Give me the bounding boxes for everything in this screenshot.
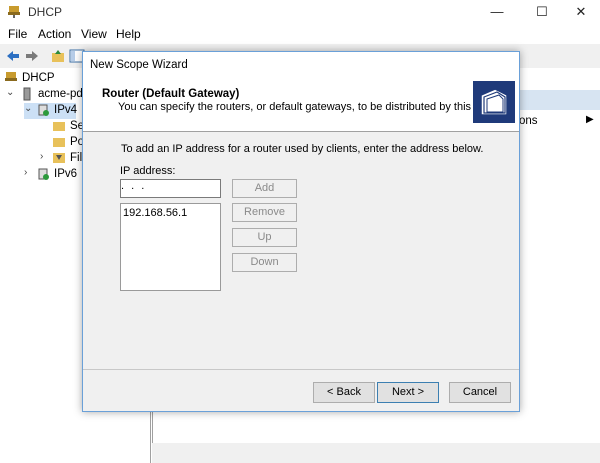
- menu-bar: File Action View Help: [0, 24, 600, 44]
- menu-file[interactable]: File: [8, 27, 27, 41]
- folder-icon: [53, 122, 65, 131]
- tree-label-dhcp: DHCP: [22, 72, 55, 84]
- status-area: [152, 443, 600, 463]
- footer-divider: [83, 369, 519, 370]
- wizard-title: New Scope Wizard: [90, 59, 188, 71]
- menu-help[interactable]: Help: [116, 27, 141, 41]
- minimize-button[interactable]: —: [474, 0, 520, 24]
- expand-arrow-icon[interactable]: ›: [24, 167, 27, 178]
- tree-label-ipv6: IPv6: [54, 168, 78, 180]
- server-icon: [23, 87, 31, 101]
- forward-arrow-icon[interactable]: [24, 48, 40, 64]
- collapse-arrow-icon[interactable]: ⌄: [24, 103, 32, 114]
- expand-arrow-icon[interactable]: ›: [40, 151, 43, 162]
- folder-icon: [53, 138, 65, 147]
- new-scope-wizard-dialog: New Scope Wizard Router (Default Gateway…: [82, 51, 520, 412]
- add-button[interactable]: Add: [232, 179, 297, 198]
- instruction-text: To add an IP address for a router used b…: [121, 143, 484, 155]
- wizard-folders-icon: [473, 81, 515, 123]
- wizard-title-bar: New Scope Wizard: [83, 52, 519, 76]
- page-heading: Router (Default Gateway): [102, 88, 240, 100]
- dhcp-app-icon: [8, 6, 20, 18]
- next-button[interactable]: Next >: [377, 382, 439, 403]
- list-item[interactable]: 192.168.56.1: [123, 207, 187, 219]
- up-folder-icon[interactable]: [50, 48, 66, 64]
- close-button[interactable]: ✕: [558, 0, 600, 24]
- back-arrow-icon[interactable]: [5, 48, 21, 64]
- dhcp-icon: [5, 72, 17, 81]
- cancel-button[interactable]: Cancel: [449, 382, 511, 403]
- back-button[interactable]: < Back: [313, 382, 375, 403]
- tree-node-ipv4[interactable]: ⌄ IPv4: [24, 103, 78, 119]
- title-bar: DHCP — ☐ ✕: [0, 0, 600, 24]
- menu-action[interactable]: Action: [38, 27, 71, 41]
- filter-icon: [53, 153, 65, 163]
- up-button[interactable]: Up: [232, 228, 297, 247]
- submenu-arrow-icon[interactable]: ▶: [586, 114, 594, 125]
- remove-button[interactable]: Remove: [232, 203, 297, 222]
- down-button[interactable]: Down: [232, 253, 297, 272]
- ip-address-label: IP address:: [120, 165, 176, 177]
- ipv4-icon: [38, 104, 49, 116]
- ip-address-input[interactable]: . . .: [120, 179, 221, 198]
- menu-view[interactable]: View: [81, 27, 107, 41]
- tree-label-ipv4: IPv4: [54, 104, 78, 116]
- window-title: DHCP: [28, 5, 63, 19]
- ipv6-icon: [38, 168, 49, 180]
- collapse-arrow-icon[interactable]: ⌄: [6, 87, 14, 98]
- page-subheading: You can specify the routers, or default …: [118, 101, 507, 113]
- actions-item[interactable]: ons: [519, 115, 538, 127]
- router-list[interactable]: 192.168.56.1: [120, 203, 221, 291]
- wizard-header: Router (Default Gateway) You can specify…: [83, 76, 519, 132]
- tree-label-child: Fil: [70, 152, 83, 164]
